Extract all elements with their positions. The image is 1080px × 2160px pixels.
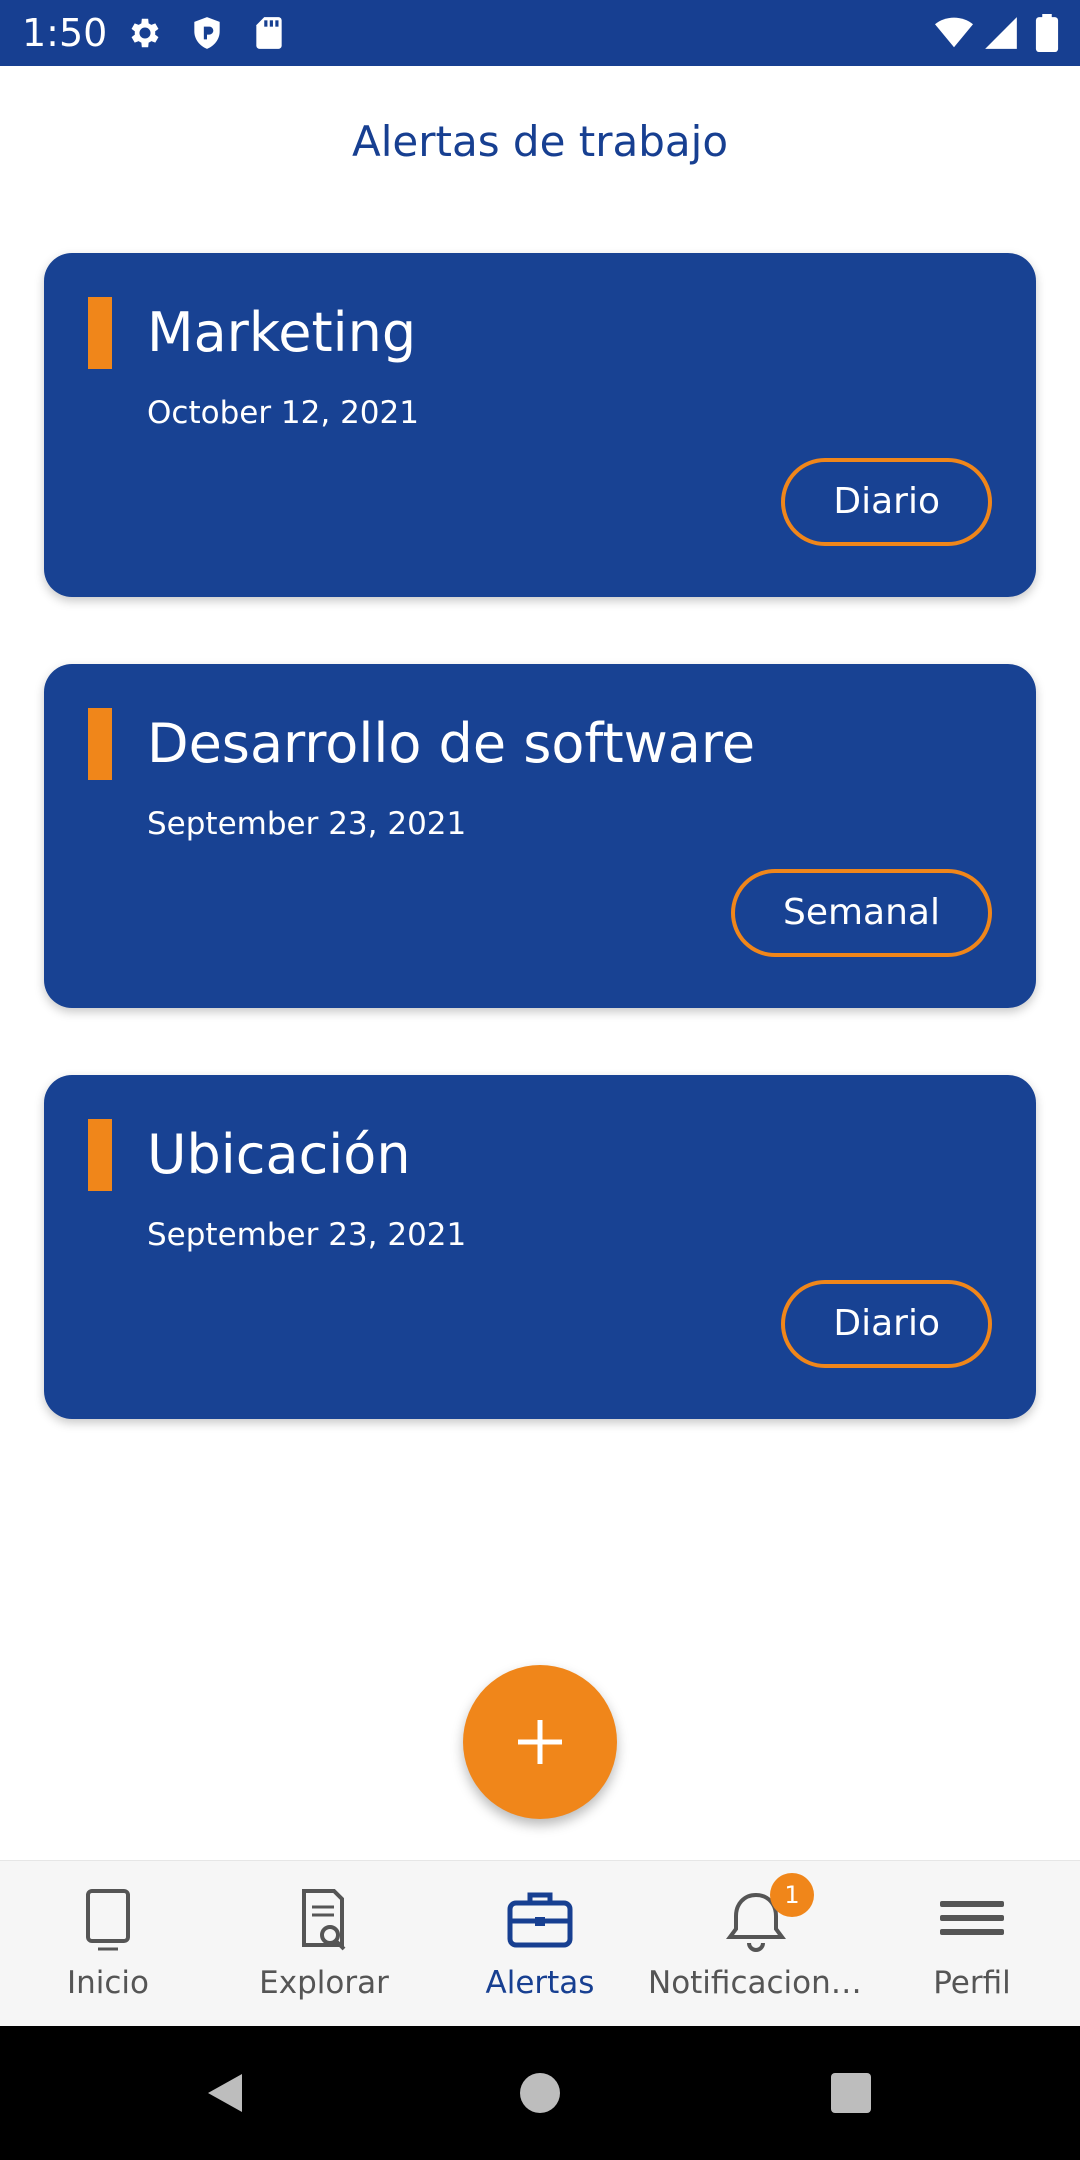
home-icon[interactable]: [515, 2068, 565, 2118]
nav-label: Notificaciones: [648, 1965, 864, 2001]
alert-date: October 12, 2021: [147, 395, 419, 431]
bottom-navigation: Inicio Explorar Alertas 1 Notificaciones: [0, 1860, 1080, 2027]
card-accent-bar: [88, 297, 112, 369]
nav-item-notificaciones[interactable]: 1 Notificaciones: [648, 1861, 864, 2027]
plus-icon: [518, 1720, 562, 1764]
nav-item-inicio[interactable]: Inicio: [0, 1861, 216, 2027]
alert-date: September 23, 2021: [147, 806, 467, 842]
nav-label: Alertas: [485, 1965, 595, 2001]
add-alert-button[interactable]: [463, 1665, 617, 1819]
system-navigation-bar: [0, 2026, 1080, 2160]
alert-title: Marketing: [147, 301, 417, 364]
notification-badge: 1: [770, 1873, 814, 1917]
frequency-button[interactable]: Semanal: [730, 869, 992, 957]
alert-date: September 23, 2021: [147, 1217, 467, 1253]
menu-icon: [940, 1901, 1004, 1935]
nav-label: Perfil: [933, 1965, 1011, 2001]
status-time: 1:50: [22, 11, 108, 55]
signal-icon: [985, 17, 1017, 49]
shield-icon: [194, 17, 220, 49]
alert-title: Desarrollo de software: [147, 712, 756, 775]
card-accent-bar: [88, 708, 112, 780]
frequency-button[interactable]: Diario: [781, 1280, 992, 1368]
page-title: Alertas de trabajo: [351, 117, 729, 166]
alert-card[interactable]: Marketing October 12, 2021 Diario: [44, 253, 1036, 597]
document-search-icon: [302, 1889, 346, 1951]
wifi-icon: [935, 17, 973, 48]
gear-icon: [131, 18, 159, 48]
alert-card[interactable]: Desarrollo de software September 23, 202…: [44, 664, 1036, 1008]
recents-icon[interactable]: [826, 2068, 876, 2118]
status-bar: 1:50: [0, 0, 1080, 66]
nav-item-perfil[interactable]: Perfil: [864, 1861, 1080, 2027]
sd-card-icon: [256, 17, 282, 49]
back-icon[interactable]: [200, 2068, 250, 2118]
nav-label: Inicio: [66, 1965, 150, 2001]
nav-item-alertas[interactable]: Alertas: [432, 1861, 648, 2027]
nav-item-explorar[interactable]: Explorar: [216, 1861, 432, 2027]
frequency-button[interactable]: Diario: [781, 458, 992, 546]
nav-label: Explorar: [259, 1965, 389, 2001]
card-accent-bar: [88, 1119, 112, 1191]
briefcase-icon: [507, 1892, 573, 1948]
alert-title: Ubicación: [147, 1123, 411, 1186]
tablet-icon: [86, 1889, 130, 1951]
battery-icon: [1035, 14, 1059, 52]
alert-card[interactable]: Ubicación September 23, 2021 Diario: [44, 1075, 1036, 1419]
